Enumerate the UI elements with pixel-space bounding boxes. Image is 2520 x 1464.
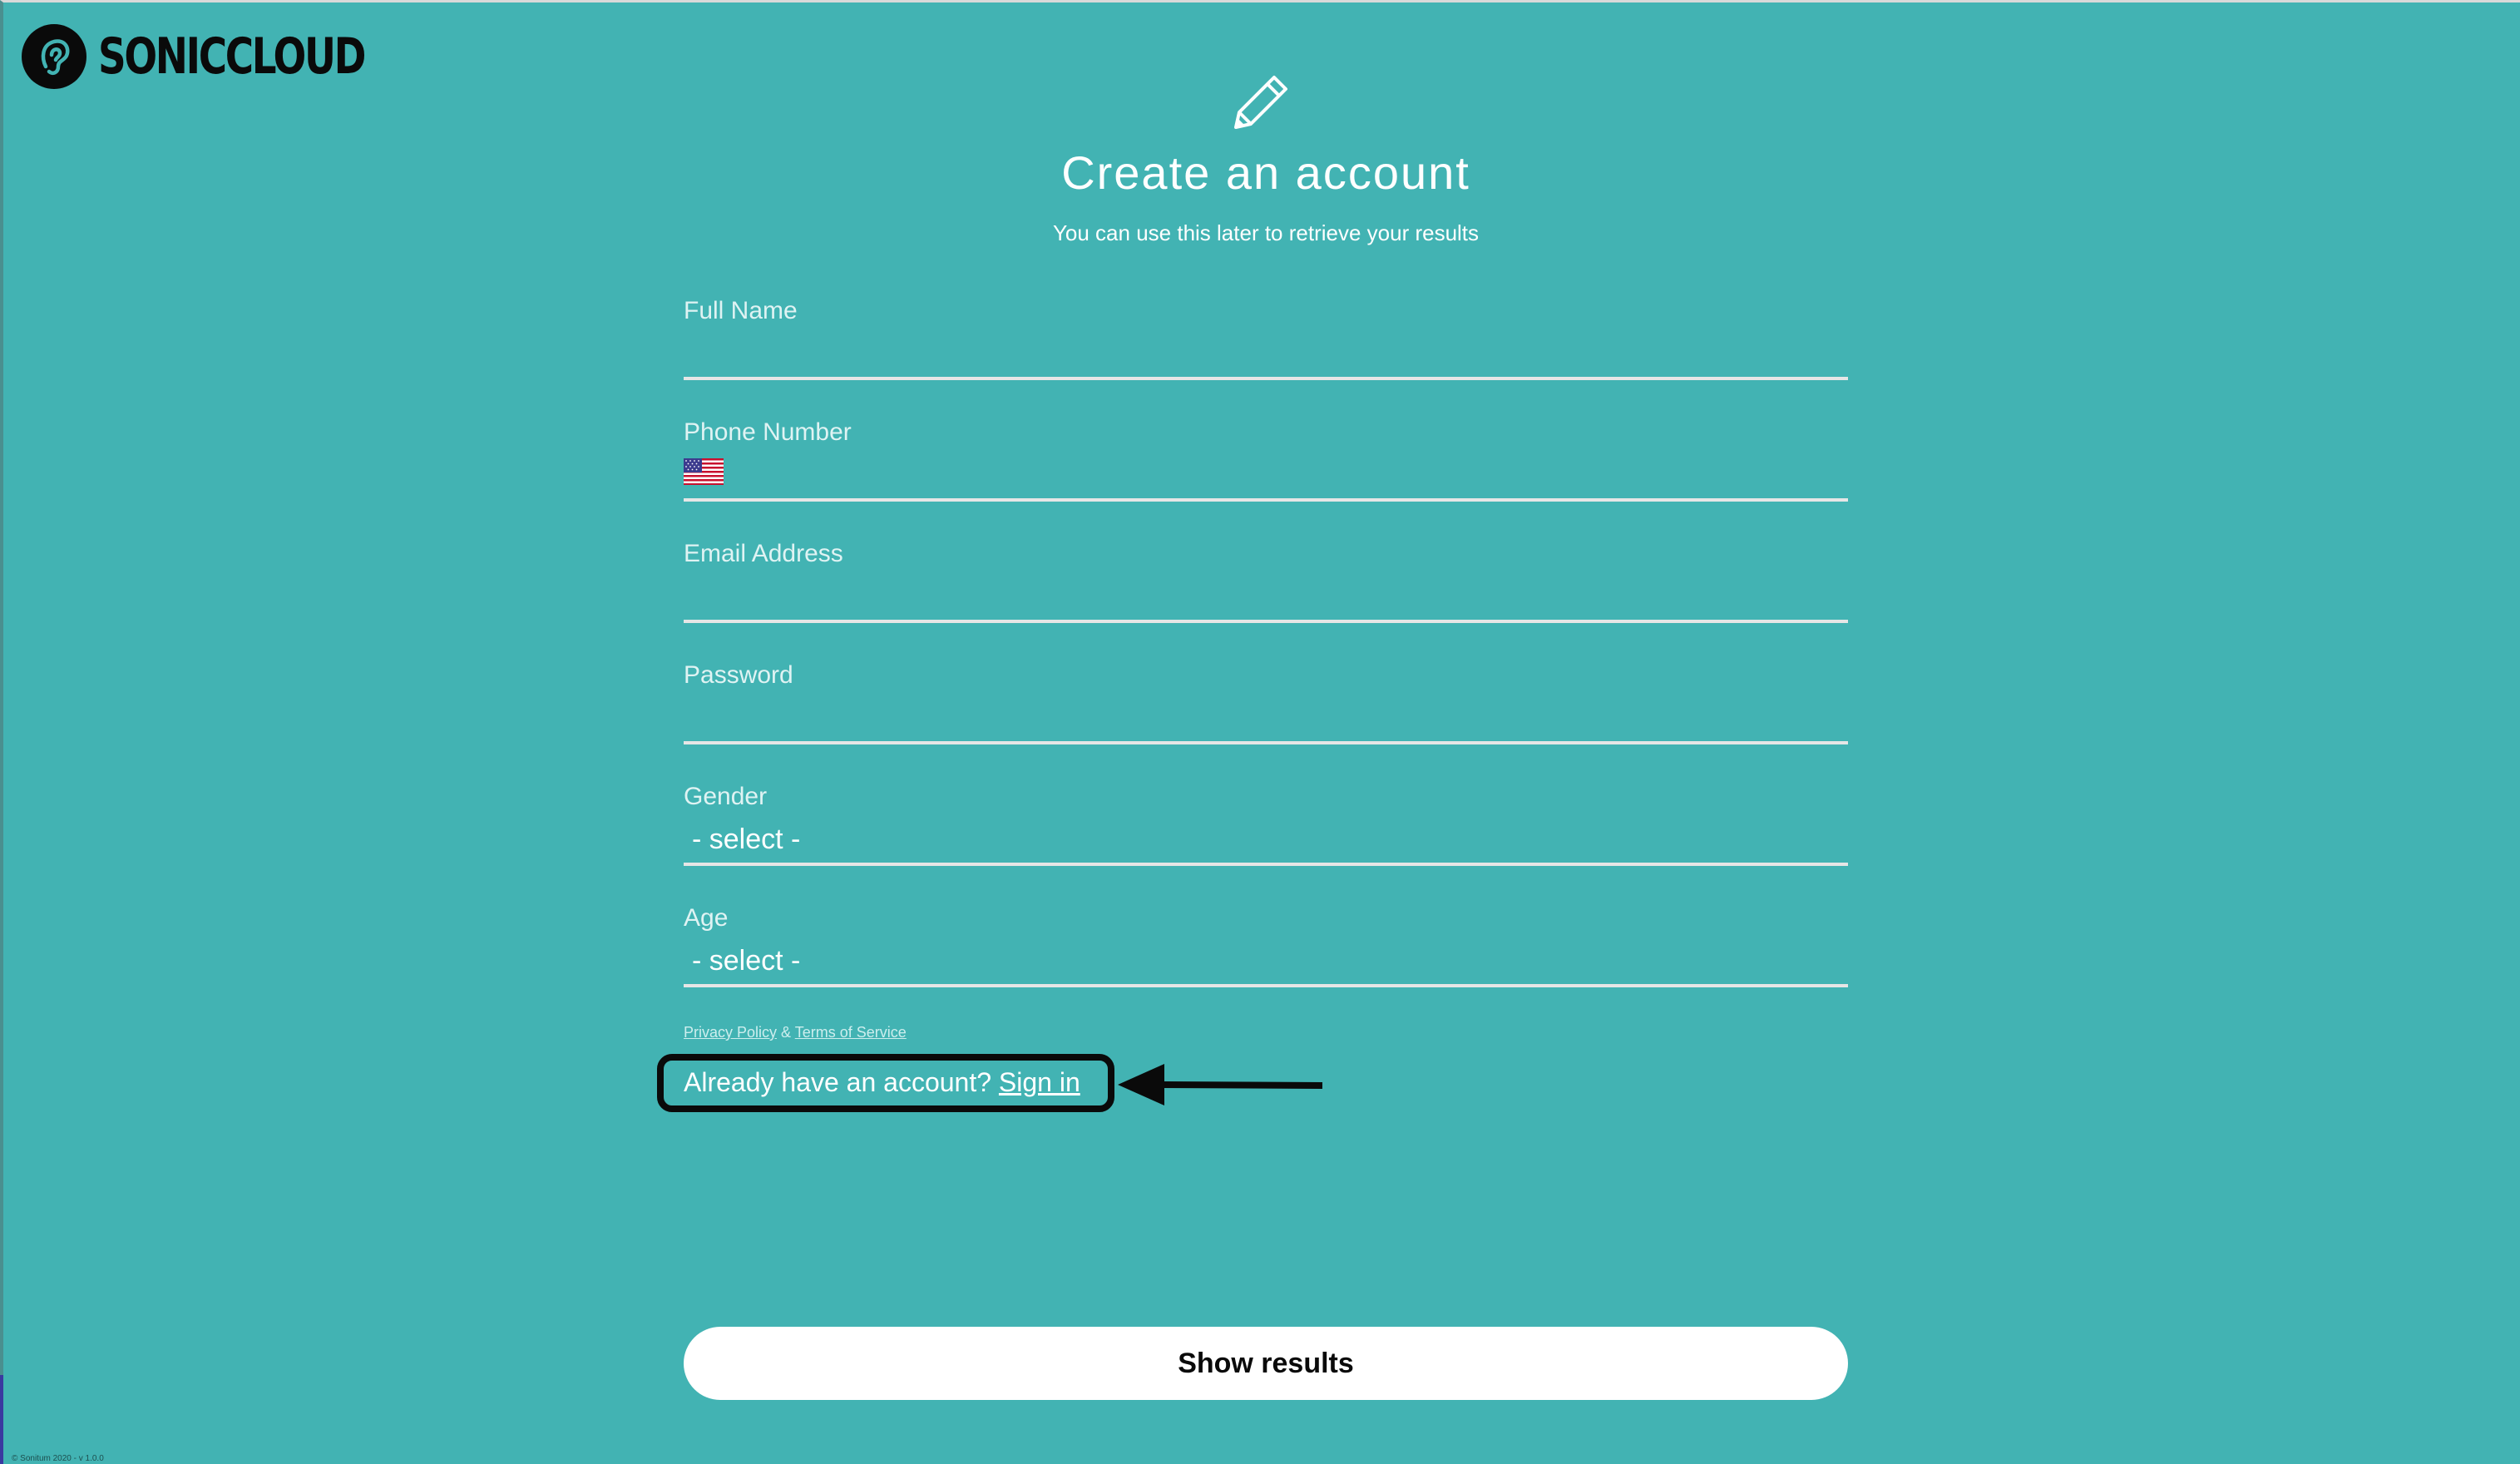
page-title: Create an account: [1061, 146, 1470, 199]
password-field: Password: [684, 661, 1848, 744]
pencil-icon: [1234, 76, 1287, 129]
brand-name: SONICCLOUD: [98, 27, 366, 86]
password-input[interactable]: [684, 700, 1848, 741]
email-input[interactable]: [684, 578, 1848, 620]
age-field: Age - select -: [684, 904, 1848, 987]
age-select[interactable]: - select -: [692, 945, 800, 977]
email-field: Email Address: [684, 540, 1848, 623]
page-subtitle: You can use this later to retrieve your …: [1052, 220, 1480, 245]
gender-select[interactable]: - select -: [692, 824, 800, 856]
age-label: Age: [684, 904, 729, 932]
window-edge: [0, 1375, 3, 1464]
full-name-label: Full Name: [684, 297, 798, 324]
phone-input[interactable]: [737, 457, 1848, 498]
terms-of-service-link[interactable]: Terms of Service: [795, 1024, 907, 1041]
privacy-policy-link[interactable]: Privacy Policy: [684, 1024, 777, 1041]
password-label: Password: [684, 661, 793, 689]
full-name-input[interactable]: [684, 335, 1848, 377]
annotation-arrow-icon: [1118, 1064, 1323, 1105]
email-label: Email Address: [684, 540, 843, 567]
show-results-button[interactable]: Show results: [684, 1327, 1848, 1400]
signin-prompt-text: Already have an account?: [684, 1067, 992, 1097]
signin-prompt: Already have an account? Sign in: [684, 1067, 1080, 1098]
legal-separator: &: [781, 1024, 792, 1041]
footer-copyright: © Sonitum 2020 - v 1.0.0: [12, 1454, 104, 1463]
full-name-field: Full Name: [684, 297, 1848, 380]
legal-links: Privacy Policy & Terms of Service: [684, 1024, 907, 1041]
phone-field: Phone Number: [684, 418, 1848, 502]
gender-field: Gender - select -: [684, 783, 1848, 866]
brand-logo[interactable]: SONICCLOUD: [22, 24, 439, 89]
sign-in-link[interactable]: Sign in: [999, 1067, 1080, 1097]
us-flag-icon[interactable]: [684, 458, 724, 485]
phone-label: Phone Number: [684, 418, 852, 446]
page: SONICCLOUD Create an account You can use…: [0, 0, 2520, 1464]
gender-label: Gender: [684, 783, 768, 810]
ear-icon: [22, 24, 86, 89]
